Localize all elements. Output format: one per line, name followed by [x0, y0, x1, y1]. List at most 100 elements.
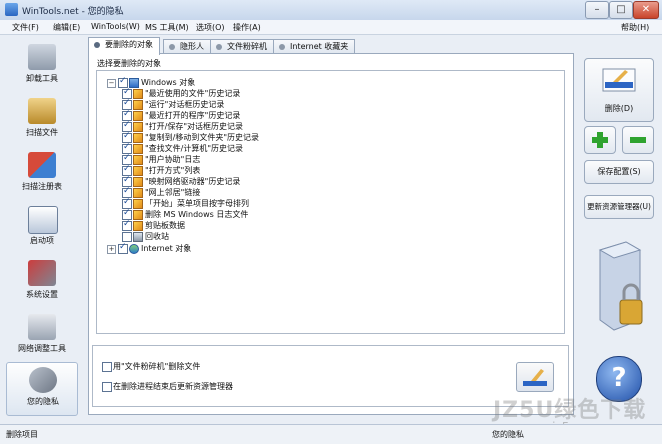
item-icon [133, 210, 143, 220]
sidebar-item-label: 您的隐私 [27, 397, 59, 406]
tree-label: "用户协助"日志 [145, 155, 201, 164]
object-tree[interactable]: − Windows 对象 "最近使用的文件"历史记录 "运行"对话框历史记录 "… [96, 70, 565, 334]
internet-globe-icon [129, 244, 139, 254]
tree-label: Internet 对象 [141, 244, 192, 253]
tab-invisible-man[interactable]: 隐形人 [163, 39, 211, 54]
menu-ms-tools[interactable]: MS 工具(M) [145, 22, 189, 33]
tree-label: "最近打开的程序"历史记录 [145, 111, 241, 120]
sidebar-item-scan-registry[interactable]: 扫描注册表 [6, 148, 78, 200]
sidebar: 卸载工具 扫描文件 扫描注册表 启动项 系统设置 网络调整工具 您的隐私 [6, 40, 78, 416]
tree-label: 回收站 [145, 232, 169, 241]
close-button[interactable]: ✕ [633, 1, 659, 19]
item-icon [133, 89, 143, 99]
tab-bullet-icon [216, 44, 222, 50]
item-icon [133, 133, 143, 143]
item-icon [133, 166, 143, 176]
menu-file[interactable]: 文件(F) [12, 22, 39, 33]
status-right: 您的隐私 [492, 430, 524, 439]
item-icon [133, 155, 143, 165]
option-checkbox[interactable] [102, 382, 112, 392]
sidebar-item-label: 卸载工具 [26, 74, 58, 83]
collapse-icon[interactable]: − [107, 79, 116, 88]
tab-label: 隐形人 [180, 42, 204, 51]
tree-checkbox[interactable] [122, 219, 132, 231]
item-icon [133, 221, 143, 231]
app-icon [5, 3, 18, 16]
sidebar-item-startup[interactable]: 启动项 [6, 202, 78, 254]
sidebar-item-label: 扫描注册表 [22, 182, 62, 191]
minimize-button[interactable]: – [585, 1, 609, 19]
server-lock-icon [598, 241, 643, 331]
tree-label: "查找文件/计算机"历史记录 [145, 144, 244, 153]
item-icon [133, 144, 143, 154]
system-settings-icon [28, 260, 56, 286]
sidebar-item-system-settings[interactable]: 系统设置 [6, 256, 78, 308]
menu-wintools[interactable]: WinTools(W) [91, 22, 140, 31]
title-bar: WinTools.net - 您的隐私 – □ ✕ [0, 0, 662, 21]
plus-icon [592, 132, 608, 148]
tree-label: "打开方式"列表 [145, 166, 201, 175]
tab-label: 要删除的对象 [105, 40, 153, 49]
delete-button[interactable]: 删除(D) [584, 58, 654, 122]
startup-icon [28, 206, 58, 234]
recycle-bin-icon [133, 232, 143, 242]
item-icon [133, 111, 143, 121]
option-checkbox[interactable] [102, 362, 112, 372]
tree-label: 删除 MS Windows 日志文件 [145, 210, 249, 219]
status-bar: 删除项目 您的隐私 [0, 424, 662, 444]
remove-button[interactable] [622, 126, 654, 154]
network-tweak-icon [28, 314, 56, 340]
tab-bullet-icon [279, 44, 285, 50]
group-label: 选择要删除的对象 [97, 59, 161, 68]
tree-label: Windows 对象 [141, 78, 196, 87]
scan-registry-icon [28, 152, 56, 178]
delete-brush-icon [602, 68, 636, 92]
sidebar-item-scan-files[interactable]: 扫描文件 [6, 94, 78, 146]
tab-objects-to-delete[interactable]: 要删除的对象 [88, 37, 160, 55]
tree-label: "最近使用的文件"历史记录 [145, 89, 241, 98]
save-config-button[interactable]: 保存配置(S) [584, 160, 654, 184]
add-button[interactable] [584, 126, 616, 154]
sidebar-item-network-tweak[interactable]: 网络调整工具 [6, 310, 78, 362]
option-label: 用"文件粉碎机"删除文件 [113, 362, 201, 371]
tab-file-shredder[interactable]: 文件粉碎机 [210, 39, 274, 54]
tree-label: 剪贴板数据 [145, 221, 185, 230]
delete-label: 删除(D) [604, 104, 634, 113]
sidebar-item-label: 扫描文件 [26, 128, 58, 137]
brush-icon[interactable] [516, 362, 554, 392]
tree-root-internet[interactable]: + Internet 对象 [107, 242, 307, 254]
sidebar-item-uninstall[interactable]: 卸载工具 [6, 40, 78, 92]
tree-checkbox[interactable] [118, 242, 128, 254]
expand-icon[interactable]: + [107, 245, 116, 254]
item-icon [133, 122, 143, 132]
item-icon [133, 188, 143, 198]
tree-label: "复制到/移动到文件夹"历史记录 [145, 133, 260, 142]
sidebar-item-privacy[interactable]: 您的隐私 [6, 362, 78, 416]
refresh-explorer-button[interactable]: 更新资源管理器(U) [584, 195, 654, 219]
sidebar-item-label: 系统设置 [26, 290, 58, 299]
privacy-keys-icon [29, 367, 57, 393]
option-label: 在删除进程结束后更新资源管理器 [113, 382, 233, 391]
brush-svg [523, 369, 547, 386]
menu-bar: 文件(F) 编辑(E) WinTools(W) MS 工具(M) 选项(O) 操… [0, 20, 662, 35]
menu-options[interactable]: 选项(O) [196, 22, 225, 33]
tree-label: "映射网络驱动器"历史记录 [145, 177, 241, 186]
menu-actions[interactable]: 操作(A) [233, 22, 261, 33]
tree-label: "网上邻居"链接 [145, 188, 201, 197]
menu-help[interactable]: 帮助(H) [621, 22, 649, 33]
sidebar-item-label: 网络调整工具 [18, 344, 66, 353]
sidebar-item-label: 启动项 [30, 236, 54, 245]
maximize-button[interactable]: □ [609, 1, 633, 19]
tab-bullet-icon [94, 42, 100, 48]
item-icon [133, 199, 143, 209]
tree-checkbox[interactable] [122, 232, 132, 242]
tab-internet-favorites[interactable]: Internet 收藏夹 [273, 39, 356, 54]
tab-label: Internet 收藏夹 [290, 42, 349, 51]
status-left: 删除项目 [6, 430, 38, 439]
tree-label: "运行"对话框历史记录 [145, 100, 225, 109]
tree-label: 「开始」菜单项目按字母排列 [145, 199, 249, 208]
menu-edit[interactable]: 编辑(E) [53, 22, 80, 33]
tree-root-windows[interactable]: − Windows 对象 [107, 76, 307, 88]
minus-icon [630, 137, 646, 143]
tab-bullet-icon [169, 44, 175, 50]
